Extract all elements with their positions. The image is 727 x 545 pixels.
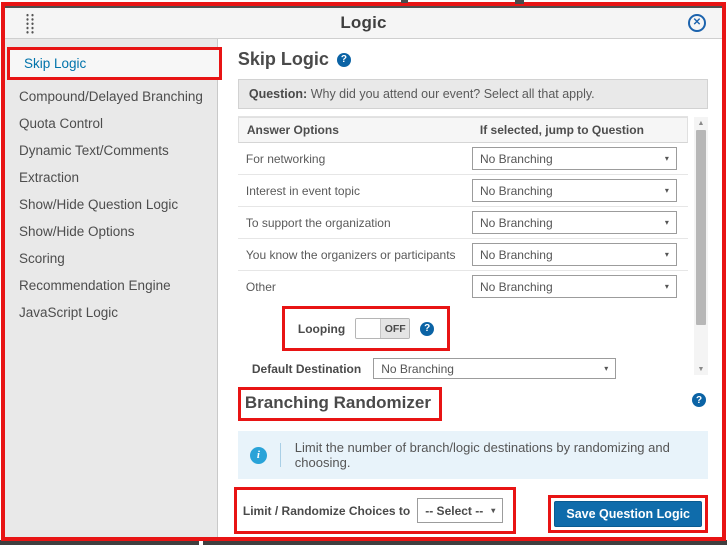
logic-sidebar: Skip Logic Compound/Delayed Branching Qu… — [5, 39, 218, 537]
sidebar-item-quota-control[interactable]: Quota Control — [5, 110, 217, 137]
jump-select-value: No Branching — [480, 280, 553, 294]
col-header-answer-options: Answer Options — [239, 118, 472, 142]
answer-option-label: Other — [238, 280, 472, 294]
help-icon[interactable]: ? — [692, 393, 706, 407]
info-divider — [280, 443, 281, 467]
dialog-body: Skip Logic Compound/Delayed Branching Qu… — [5, 39, 722, 537]
chevron-down-icon: ▾ — [665, 282, 669, 291]
answer-options-table: Answer Options If selected, jump to Ques… — [238, 116, 688, 302]
background-text-artifact — [515, 0, 524, 4]
dialog-title: Logic — [5, 13, 722, 33]
sidebar-item-dynamic-text-comments[interactable]: Dynamic Text/Comments — [5, 137, 217, 164]
info-icon: i — [250, 447, 267, 464]
annotation-box-limit-randomize: Limit / Randomize Choices to -- Select -… — [234, 487, 516, 534]
limit-randomize-value: -- Select -- — [425, 504, 483, 518]
limit-randomize-select[interactable]: -- Select -- ▾ — [417, 498, 503, 523]
table-row: You know the organizers or participants … — [238, 239, 688, 271]
jump-select[interactable]: No Branching ▾ — [472, 211, 677, 234]
sidebar-item-show-hide-question-logic[interactable]: Show/Hide Question Logic — [5, 191, 217, 218]
chevron-down-icon: ▾ — [665, 218, 669, 227]
annotation-box-branching-randomizer: Branching Randomizer — [238, 387, 442, 421]
toggle-knob — [356, 319, 381, 338]
chevron-down-icon: ▾ — [604, 364, 608, 373]
branching-randomizer-title: Branching Randomizer — [245, 393, 431, 412]
answer-option-label: You know the organizers or participants — [238, 248, 472, 262]
randomizer-info-box: i Limit the number of branch/logic desti… — [238, 431, 708, 479]
sidebar-item-javascript-logic[interactable]: JavaScript Logic — [5, 299, 217, 326]
sidebar-item-compound-delayed-branching[interactable]: Compound/Delayed Branching — [5, 83, 217, 110]
help-icon[interactable]: ? — [420, 322, 434, 336]
annotation-box-skip-logic: Skip Logic — [7, 47, 222, 80]
table-row: To support the organization No Branching… — [238, 207, 688, 239]
answer-option-label: To support the organization — [238, 216, 472, 230]
annotation-box-looping: Looping OFF ? — [282, 306, 450, 351]
branching-scroll-area: Answer Options If selected, jump to Ques… — [238, 116, 708, 379]
save-question-logic-button[interactable]: Save Question Logic — [554, 501, 702, 527]
sidebar-item-recommendation-engine[interactable]: Recommendation Engine — [5, 272, 217, 299]
annotation-box-save: Save Question Logic — [548, 495, 708, 533]
jump-select[interactable]: No Branching ▾ — [472, 275, 677, 298]
jump-select-value: No Branching — [480, 184, 553, 198]
answer-option-label: For networking — [238, 152, 472, 166]
looping-toggle[interactable]: OFF — [355, 318, 410, 339]
jump-select[interactable]: No Branching ▾ — [472, 147, 677, 170]
sidebar-item-skip-logic[interactable]: Skip Logic — [10, 50, 219, 77]
looping-label: Looping — [298, 322, 345, 336]
page: Logic ✕ Skip Logic Compound/Delayed Bran… — [0, 0, 727, 545]
sidebar-item-show-hide-options[interactable]: Show/Hide Options — [5, 218, 217, 245]
chevron-down-icon: ▾ — [665, 250, 669, 259]
question-text: Why did you attend our event? Select all… — [307, 87, 594, 101]
jump-select-value: No Branching — [480, 216, 553, 230]
col-header-jump-to-question: If selected, jump to Question — [472, 118, 687, 142]
scroll-up-icon[interactable]: ▲ — [698, 117, 705, 129]
default-destination-label: Default Destination — [252, 362, 361, 376]
jump-select[interactable]: No Branching ▾ — [472, 179, 677, 202]
sidebar-item-extraction[interactable]: Extraction — [5, 164, 217, 191]
help-icon[interactable]: ? — [337, 53, 351, 67]
jump-select[interactable]: No Branching ▾ — [472, 243, 677, 266]
close-icon[interactable]: ✕ — [688, 14, 706, 32]
table-row: Other No Branching ▾ — [238, 271, 688, 302]
scrollbar[interactable]: ▲ ▼ — [694, 117, 708, 375]
question-summary: Question: Why did you attend our event? … — [238, 79, 708, 109]
sidebar-item-scoring[interactable]: Scoring — [5, 245, 217, 272]
chevron-down-icon: ▾ — [665, 186, 669, 195]
limit-randomize-label: Limit / Randomize Choices to — [243, 504, 410, 518]
chevron-down-icon: ▾ — [491, 506, 495, 515]
jump-select-value: No Branching — [480, 152, 553, 166]
default-destination-select[interactable]: No Branching ▾ — [373, 358, 616, 379]
scroll-down-icon[interactable]: ▼ — [698, 363, 705, 375]
skip-logic-panel: Skip Logic ? Question: Why did you atten… — [218, 39, 722, 537]
default-destination-value: No Branching — [381, 362, 454, 376]
section-title: Skip Logic — [238, 49, 329, 70]
table-row: For networking No Branching ▾ — [238, 143, 688, 175]
table-header-row: Answer Options If selected, jump to Ques… — [238, 117, 688, 143]
dialog-header: Logic ✕ — [5, 8, 722, 39]
chevron-down-icon: ▾ — [665, 154, 669, 163]
background-text-artifact — [401, 0, 408, 3]
info-text: Limit the number of branch/logic destina… — [295, 440, 696, 470]
answer-option-label: Interest in event topic — [238, 184, 472, 198]
scrollbar-thumb[interactable] — [696, 130, 706, 325]
table-row: Interest in event topic No Branching ▾ — [238, 175, 688, 207]
toggle-state: OFF — [381, 319, 409, 338]
question-label: Question: — [249, 87, 307, 101]
logic-dialog: Logic ✕ Skip Logic Compound/Delayed Bran… — [1, 2, 726, 541]
jump-select-value: No Branching — [480, 248, 553, 262]
